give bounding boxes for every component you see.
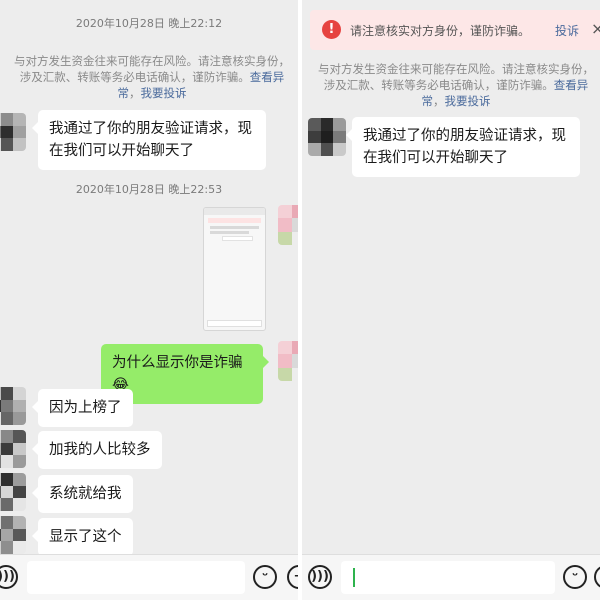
plus-icon[interactable]: +: [287, 565, 298, 589]
voice-icon[interactable]: ))): [308, 565, 332, 589]
complain-link[interactable]: 我要投诉: [141, 86, 187, 100]
message-bubble-received[interactable]: 显示了这个: [32, 518, 133, 556]
screenshot-image-message[interactable]: [203, 207, 266, 331]
contact-avatar[interactable]: [0, 113, 26, 151]
timestamp: 2020年10月28日 晚上22:12: [75, 17, 223, 30]
message-input[interactable]: [341, 561, 555, 594]
chat-panel-right: ! 请注意核实对方身份，谨防诈骗。 投诉 × 与对方发生资金往来可能存在风险。请…: [302, 0, 600, 600]
contact-avatar[interactable]: [308, 118, 346, 156]
close-icon[interactable]: ×: [591, 19, 600, 38]
warning-icon: !: [322, 20, 341, 39]
message-text: 为什么显示你是诈骗: [112, 355, 243, 371]
complain-link[interactable]: 我要投诉: [445, 94, 491, 108]
timestamp: 2020年10月28日 晚上22:53: [75, 183, 223, 196]
warning-text: 请注意核实对方身份，谨防诈骗。: [350, 24, 531, 38]
message-bubble-received[interactable]: 我通过了你的朋友验证请求，现在我们可以开始聊天了: [346, 117, 580, 177]
message-bubble-received[interactable]: 加我的人比较多: [32, 431, 162, 469]
message-bubble-received[interactable]: 系统就给我: [32, 475, 133, 513]
contact-avatar[interactable]: [0, 387, 26, 425]
fraud-risk-notice: 与对方发生资金往来可能存在风险。请注意核实身份，涉及汇款、转账等务必电话确认，谨…: [14, 54, 290, 100]
emoji-icon[interactable]: ᵕ: [253, 565, 277, 589]
chat-input-bar: ))) ᵕ +: [0, 554, 298, 600]
chat-panel-left: 2020年10月28日 晚上22:12 与对方发生资金往来可能存在风险。请注意核…: [0, 0, 298, 600]
notice-text: 与对方发生资金往来可能存在风险。请注意核实身份，涉及汇款、转账等务必电话确认，谨…: [14, 54, 290, 84]
complain-button[interactable]: 投诉: [555, 22, 579, 39]
fraud-warning-banner: ! 请注意核实对方身份，谨防诈骗。 投诉 ×: [310, 10, 600, 50]
contact-avatar[interactable]: [0, 430, 26, 468]
message-bubble-received[interactable]: 因为上榜了: [32, 389, 133, 427]
chat-input-bar: ))) ᵕ +: [302, 554, 600, 600]
plus-icon[interactable]: +: [594, 565, 600, 589]
self-avatar[interactable]: [278, 341, 298, 381]
message-input[interactable]: [27, 561, 245, 594]
contact-avatar[interactable]: [0, 516, 26, 554]
text-cursor: [353, 568, 355, 587]
fraud-risk-notice: 与对方发生资金往来可能存在风险。请注意核实身份，涉及汇款、转账等务必电话确认，谨…: [318, 62, 594, 108]
voice-icon[interactable]: ))): [0, 565, 18, 589]
message-bubble-received[interactable]: 我通过了你的朋友验证请求，现在我们可以开始聊天了: [32, 110, 266, 170]
self-avatar[interactable]: [278, 205, 298, 245]
emoji-icon[interactable]: ᵕ: [563, 565, 587, 589]
notice-text: 与对方发生资金往来可能存在风险。请注意核实身份，涉及汇款、转账等务必电话确认，谨…: [318, 62, 594, 92]
contact-avatar[interactable]: [0, 473, 26, 511]
